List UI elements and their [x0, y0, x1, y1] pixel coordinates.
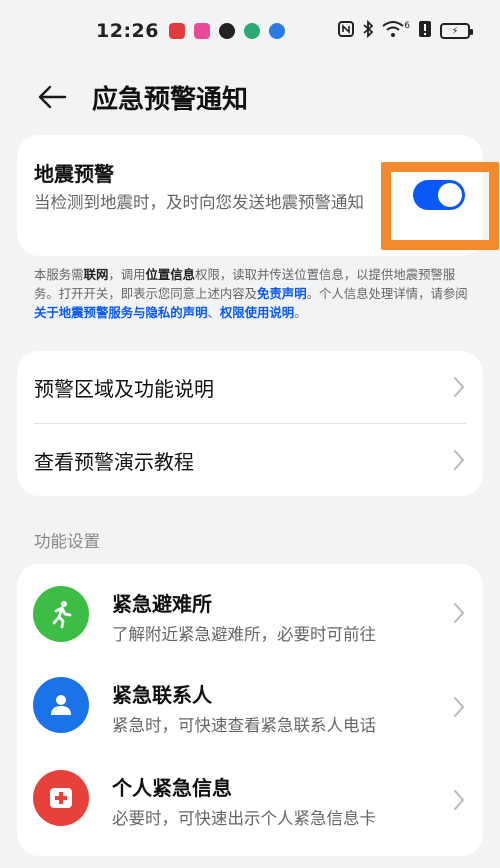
notice-text: 。个人信息处理详情，请参阅 — [306, 286, 468, 301]
notice-text: 。 — [294, 305, 307, 320]
medical-card-icon — [33, 770, 89, 826]
section-header: 功能设置 — [34, 532, 100, 551]
chevron-right-icon — [454, 697, 464, 717]
page-title: 应急预警通知 — [92, 84, 249, 115]
chevron-right-icon — [454, 603, 464, 623]
app-notification-icon — [168, 23, 185, 39]
running-person-icon — [33, 586, 89, 642]
function-settings-card: 紧急避难所 了解附近紧急避难所，必要时可前往 紧急联系人 紧急时，可快速查看紧急… — [17, 564, 483, 856]
app-notification-icon — [193, 23, 210, 39]
back-button[interactable] — [22, 67, 82, 127]
notice-text: 本服务需 — [34, 267, 84, 282]
function-title: 个人紧急信息 — [112, 776, 232, 800]
info-links-card: 预警区域及功能说明 查看预警演示教程 — [17, 351, 483, 496]
notification-icons — [168, 23, 285, 39]
person-icon — [33, 677, 89, 733]
list-item-personal-emergency-info[interactable]: 个人紧急信息 必要时，可快速出示个人紧急信息卡 — [17, 754, 483, 854]
list-item-emergency-shelter[interactable]: 紧急避难所 了解附近紧急避难所，必要时可前往 — [17, 564, 483, 661]
earthquake-warning-title: 地震预警 — [34, 162, 114, 186]
signal-label: 6 — [404, 21, 410, 31]
system-status-icons: 6 ⚡ — [338, 19, 473, 42]
list-item-demo-tutorial[interactable]: 查看预警演示教程 — [17, 424, 483, 496]
list-item-emergency-contacts[interactable]: 紧急联系人 紧急时，可快速查看紧急联系人电话 — [17, 661, 483, 754]
status-bar: 12:26 6 ⚡ — [0, 0, 500, 62]
notice-text: ，调用 — [108, 267, 146, 282]
function-subtitle: 必要时，可快速出示个人紧急信息卡 — [112, 809, 376, 828]
toggle-knob — [438, 183, 462, 207]
privacy-statement-link[interactable]: 关于地震预警服务与隐私的声明 — [34, 305, 207, 320]
earthquake-warning-toggle[interactable] — [413, 180, 465, 210]
chat-icon — [243, 23, 260, 39]
alert-icon — [418, 20, 432, 42]
list-item-label: 预警区域及功能说明 — [34, 376, 214, 401]
battery-icon: ⚡ — [440, 23, 473, 39]
bluetooth-icon — [362, 19, 374, 42]
notice-bold-location: 位置信息 — [145, 267, 196, 282]
chevron-right-icon — [454, 377, 464, 397]
notice-bold-network: 联网 — [83, 267, 109, 282]
earthquake-warning-description: 当检测到地震时，及时向您发送地震预警通知 — [34, 193, 364, 212]
chevron-right-icon — [454, 450, 464, 470]
browser-icon — [268, 23, 285, 39]
function-title: 紧急避难所 — [112, 592, 212, 616]
back-arrow-icon — [38, 85, 67, 109]
header: 应急预警通知 — [0, 66, 500, 128]
nfc-icon — [338, 21, 355, 41]
function-subtitle: 紧急时，可快速查看紧急联系人电话 — [112, 716, 376, 735]
wifi-icon — [382, 20, 404, 42]
battery-charging-glyph: ⚡ — [451, 25, 459, 37]
qq-icon — [218, 23, 235, 39]
notice-text: 、 — [207, 305, 220, 320]
function-title: 紧急联系人 — [112, 683, 212, 707]
list-item-label: 查看预警演示教程 — [34, 449, 194, 474]
permission-usage-link[interactable]: 权限使用说明 — [220, 305, 294, 320]
status-time: 12:26 — [96, 20, 159, 42]
list-item-warning-area[interactable]: 预警区域及功能说明 — [17, 351, 483, 423]
disclaimer-link[interactable]: 免责声明 — [257, 286, 307, 301]
chevron-right-icon — [454, 790, 464, 810]
privacy-notice: 本服务需联网，调用位置信息权限，读取并传送位置信息，以提供地震预警服务。打开开关… — [34, 265, 470, 322]
function-subtitle: 了解附近紧急避难所，必要时可前往 — [112, 625, 376, 644]
